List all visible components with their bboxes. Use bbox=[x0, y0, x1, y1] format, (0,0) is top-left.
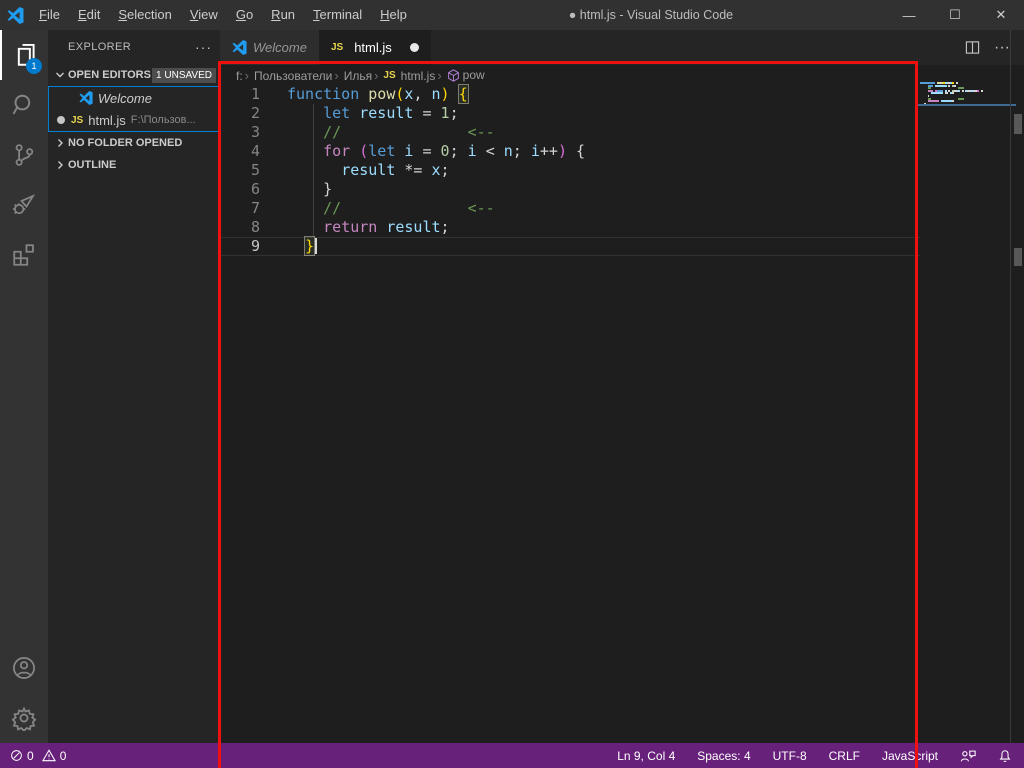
scrollbar-decoration bbox=[1014, 114, 1022, 134]
explorer-actions-icon[interactable]: ··· bbox=[195, 39, 212, 55]
code-line[interactable]: 5 result *= x; bbox=[220, 161, 920, 180]
open-editor-label: html.js bbox=[88, 113, 126, 128]
run-debug-icon bbox=[11, 192, 37, 218]
code-editor[interactable]: 1function pow(x, n) {2 let result = 1;3 … bbox=[220, 85, 920, 743]
source-control-icon bbox=[11, 142, 37, 168]
breadcrumb-item-symbol[interactable]: pow bbox=[463, 68, 485, 82]
menu-selection[interactable]: Selection bbox=[109, 0, 180, 30]
open-editor-label: Welcome bbox=[98, 91, 152, 106]
breadcrumb-item-drive[interactable]: f: bbox=[236, 68, 251, 83]
unsaved-badge: 1 UNSAVED bbox=[152, 68, 216, 83]
breadcrumb-item-file[interactable]: html.js bbox=[401, 68, 444, 83]
code-line[interactable]: 3 // <-- bbox=[220, 123, 920, 142]
title-bar: File Edit Selection View Go Run Terminal… bbox=[0, 0, 1024, 30]
cursor-position[interactable]: Ln 9, Col 4 bbox=[617, 749, 675, 763]
indentation-setting[interactable]: Spaces: 4 bbox=[697, 749, 750, 763]
javascript-file-icon: JS bbox=[331, 42, 343, 53]
minimap[interactable] bbox=[920, 82, 1008, 105]
javascript-file-icon: JS bbox=[383, 70, 395, 81]
modified-dot-icon[interactable] bbox=[410, 43, 419, 52]
outline-label: OUTLINE bbox=[68, 159, 116, 171]
close-button[interactable]: ✕ bbox=[978, 0, 1024, 30]
status-bar: 0 0 Ln 9, Col 4 Spaces: 4 UTF-8 CRLF Jav… bbox=[0, 743, 1024, 768]
window-title: ● html.js - Visual Studio Code bbox=[416, 8, 886, 22]
eol-setting[interactable]: CRLF bbox=[829, 749, 860, 763]
account-icon bbox=[11, 655, 37, 681]
tab-bar: Welcome JS html.js ··· bbox=[220, 30, 1024, 65]
chevron-right-icon bbox=[52, 138, 68, 148]
tab-htmljs[interactable]: JS html.js bbox=[319, 30, 431, 65]
open-editors-header[interactable]: OPEN EDITORS 1 UNSAVED bbox=[48, 64, 220, 86]
breadcrumb: f: Пользователи Илья JS html.js pow bbox=[220, 65, 1024, 85]
sidebar-title: EXPLORER bbox=[68, 41, 131, 53]
errors-icon bbox=[10, 749, 23, 762]
notifications-bell-icon[interactable] bbox=[998, 749, 1012, 763]
menu-file[interactable]: File bbox=[30, 0, 69, 30]
activity-settings[interactable] bbox=[0, 693, 48, 743]
menu-edit[interactable]: Edit bbox=[69, 0, 109, 30]
split-editor-icon[interactable] bbox=[965, 40, 980, 55]
search-icon bbox=[11, 92, 37, 118]
explorer-badge: 1 bbox=[26, 58, 42, 74]
language-mode[interactable]: JavaScript bbox=[882, 749, 938, 763]
code-line[interactable]: 4 for (let i = 0; i < n; i++) { bbox=[220, 142, 920, 161]
chevron-right-icon bbox=[52, 160, 68, 170]
javascript-file-icon: JS bbox=[71, 115, 83, 126]
modified-dot-icon[interactable] bbox=[57, 116, 65, 124]
open-editor-htmljs[interactable]: JS html.js F:\Пользов... bbox=[49, 109, 219, 131]
feedback-icon[interactable] bbox=[960, 749, 976, 763]
menu-view[interactable]: View bbox=[181, 0, 227, 30]
activity-search[interactable] bbox=[0, 80, 48, 130]
code-line[interactable]: 8 return result; bbox=[220, 218, 920, 237]
explorer-sidebar: EXPLORER ··· OPEN EDITORS 1 UNSAVED Welc… bbox=[48, 30, 220, 743]
activity-explorer[interactable]: 1 bbox=[0, 30, 48, 80]
vscode-logo-icon bbox=[79, 91, 93, 105]
scrollbar-decoration bbox=[1014, 248, 1022, 266]
breadcrumb-item-ilya[interactable]: Илья bbox=[344, 68, 381, 83]
open-editor-path: F:\Пользов... bbox=[131, 114, 196, 126]
activity-bar: 1 bbox=[0, 30, 48, 743]
encoding-setting[interactable]: UTF-8 bbox=[773, 749, 807, 763]
no-folder-section[interactable]: NO FOLDER OPENED bbox=[48, 132, 220, 154]
extensions-icon bbox=[11, 242, 37, 268]
open-editor-welcome[interactable]: Welcome bbox=[49, 87, 219, 109]
code-line[interactable]: 9 } bbox=[220, 237, 920, 256]
warnings-count: 0 bbox=[60, 749, 67, 763]
gear-icon bbox=[11, 705, 37, 731]
minimize-button[interactable]: — bbox=[886, 0, 932, 30]
code-line[interactable]: 1function pow(x, n) { bbox=[220, 85, 920, 104]
activity-source-control[interactable] bbox=[0, 130, 48, 180]
vscode-logo-icon bbox=[232, 40, 247, 55]
chevron-down-icon bbox=[52, 70, 68, 80]
code-line[interactable]: 2 let result = 1; bbox=[220, 104, 920, 123]
tab-label: Welcome bbox=[253, 40, 307, 55]
code-line[interactable]: 6 } bbox=[220, 180, 920, 199]
no-folder-label: NO FOLDER OPENED bbox=[68, 137, 182, 149]
problems-indicator[interactable]: 0 0 bbox=[10, 749, 66, 763]
menu-run[interactable]: Run bbox=[262, 0, 304, 30]
vscode-logo-icon bbox=[0, 7, 30, 24]
activity-account[interactable] bbox=[0, 643, 48, 693]
errors-count: 0 bbox=[27, 749, 34, 763]
activity-run-debug[interactable] bbox=[0, 180, 48, 230]
maximize-button[interactable]: ☐ bbox=[932, 0, 978, 30]
open-editors-list: Welcome JS html.js F:\Пользов... bbox=[48, 86, 220, 132]
outline-section[interactable]: OUTLINE bbox=[48, 154, 220, 176]
activity-extensions[interactable] bbox=[0, 230, 48, 280]
editor-group: Welcome JS html.js ··· f: Пользователи И… bbox=[220, 30, 1024, 743]
more-actions-icon[interactable]: ··· bbox=[994, 39, 1010, 57]
menu-help[interactable]: Help bbox=[371, 0, 416, 30]
menu-go[interactable]: Go bbox=[227, 0, 262, 30]
editor-scrollbar[interactable] bbox=[1010, 30, 1024, 743]
breadcrumb-item-users[interactable]: Пользователи bbox=[254, 68, 341, 83]
tab-welcome[interactable]: Welcome bbox=[220, 30, 319, 65]
menu-bar: File Edit Selection View Go Run Terminal… bbox=[30, 0, 416, 30]
warnings-icon bbox=[42, 749, 56, 762]
open-editors-label: OPEN EDITORS bbox=[68, 69, 151, 81]
menu-terminal[interactable]: Terminal bbox=[304, 0, 371, 30]
tab-label: html.js bbox=[354, 40, 392, 55]
code-line[interactable]: 7 // <-- bbox=[220, 199, 920, 218]
symbol-method-icon bbox=[447, 69, 460, 82]
